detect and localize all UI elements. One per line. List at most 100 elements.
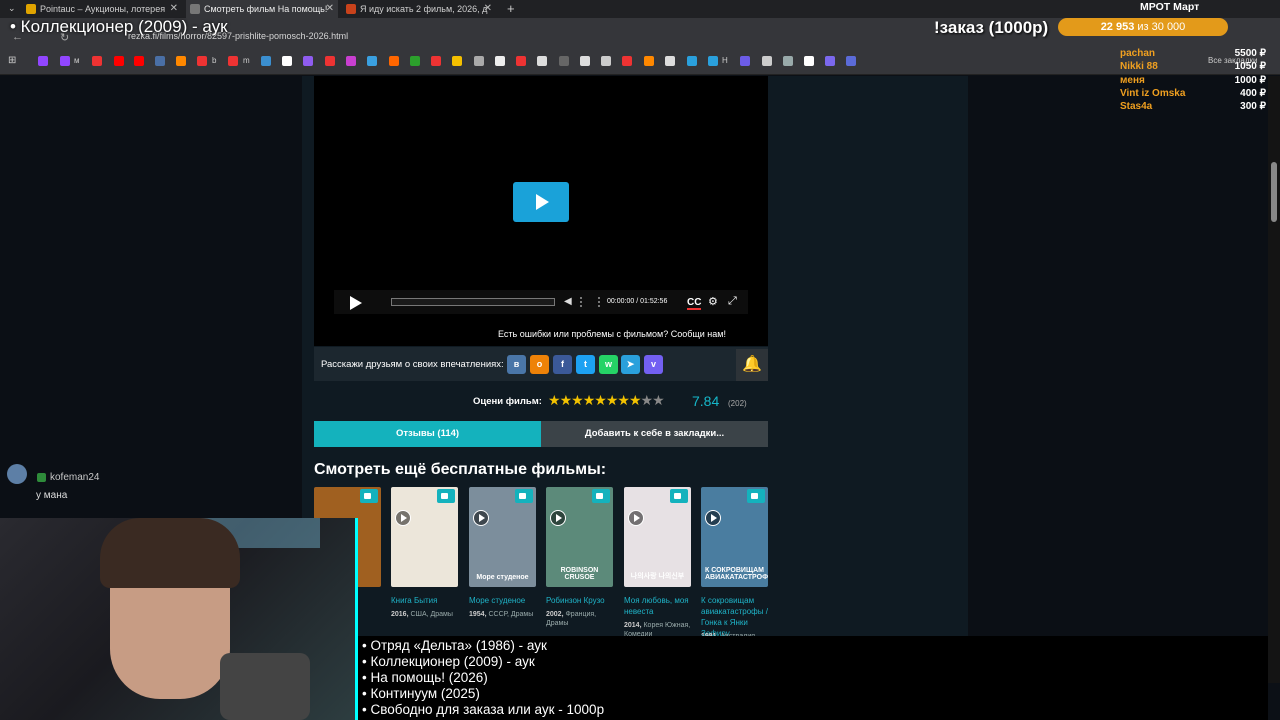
bookmark-icon[interactable] <box>452 56 462 66</box>
bookmark-icon[interactable] <box>389 56 399 66</box>
bookmark-label[interactable]: b <box>212 56 216 65</box>
youtube-bookmark-icon[interactable] <box>114 56 124 66</box>
viber-icon[interactable]: v <box>644 355 663 374</box>
bookmark-icon[interactable] <box>261 56 271 66</box>
film-title-link[interactable]: Моя любовь, моя невеста <box>624 595 696 617</box>
vk-icon[interactable]: в <box>507 355 526 374</box>
tab-search-film[interactable]: Я иду искать 2 фильм, 2026, д ✕ <box>342 0 496 18</box>
rating-star-icon[interactable]: ★ <box>560 392 573 408</box>
bookmark-icon[interactable] <box>228 56 238 66</box>
rating-star-icon[interactable]: ★ <box>594 392 607 408</box>
bookmark-label[interactable]: m <box>243 56 250 65</box>
film-poster[interactable] <box>391 487 458 587</box>
film-title-link[interactable]: Книга Бытия <box>391 595 463 606</box>
film-poster[interactable]: 나의사랑 나의신부 <box>624 487 691 587</box>
bookmark-icon[interactable] <box>762 56 772 66</box>
film-title-link[interactable]: Море студеное <box>469 595 541 606</box>
progress-bar[interactable] <box>391 298 555 306</box>
film-title-link[interactable]: Робинзон Крузо <box>546 595 618 606</box>
bookmark-icon[interactable] <box>197 56 207 66</box>
volume-slider[interactable] <box>580 297 600 307</box>
report-problem-link[interactable]: Есть ошибки или проблемы с фильмом? Сооб… <box>498 329 726 339</box>
telegram-icon[interactable]: ➤ <box>621 355 640 374</box>
bookmark-icon[interactable] <box>516 56 526 66</box>
bookmark-icon[interactable] <box>303 56 313 66</box>
volume-icon[interactable]: ◀ <box>564 296 572 307</box>
tab-rezka[interactable]: Смотреть фильм На помощь! ✕ <box>186 0 338 18</box>
bookmark-icon[interactable] <box>622 56 632 66</box>
twitch-bookmark-icon[interactable] <box>60 56 70 66</box>
bookmark-icon[interactable] <box>155 56 165 66</box>
bookmark-label[interactable]: Н <box>722 56 728 65</box>
twitch-bookmark-icon[interactable] <box>38 56 48 66</box>
play-circle-icon[interactable] <box>628 510 644 526</box>
bookmark-icon[interactable] <box>410 56 420 66</box>
subtitles-button[interactable]: CC <box>687 297 702 310</box>
settings-gear-icon[interactable]: ⚙ <box>708 295 718 308</box>
play-circle-icon[interactable] <box>705 510 721 526</box>
scrollbar-thumb[interactable] <box>1271 162 1277 222</box>
rating-stars[interactable]: ★★★★★★★★★★ <box>548 392 665 409</box>
tab-list-chevron-icon[interactable]: ⌄ <box>8 3 16 14</box>
bookmark-label[interactable]: м <box>74 56 80 65</box>
bookmark-icon[interactable] <box>92 56 102 66</box>
bookmark-icon[interactable] <box>846 56 856 66</box>
bookmark-icon[interactable] <box>537 56 547 66</box>
play-circle-icon[interactable] <box>550 510 566 526</box>
bookmark-icon[interactable] <box>559 56 569 66</box>
play-icon[interactable] <box>350 296 362 310</box>
bookmark-icon[interactable] <box>495 56 505 66</box>
telegram-bookmark-icon[interactable] <box>708 56 718 66</box>
reviews-tab-button[interactable]: Отзывы (114) <box>314 421 541 447</box>
film-poster[interactable]: К СОКРОВИЩАМ АВИАКАТАСТРОФЫ <box>701 487 768 587</box>
bookmark-icon[interactable] <box>431 56 441 66</box>
new-tab-icon[interactable]: + <box>507 1 515 16</box>
youtube-bookmark-icon[interactable] <box>134 56 144 66</box>
close-tab-icon[interactable]: ✕ <box>170 0 178 18</box>
odnoklassniki-icon[interactable]: о <box>530 355 549 374</box>
rating-star-icon[interactable]: ★ <box>652 392 665 408</box>
whatsapp-icon[interactable]: w <box>599 355 618 374</box>
notify-bell-icon[interactable]: 🔔 <box>736 349 768 381</box>
bookmark-icon[interactable] <box>644 56 654 66</box>
apps-grid-icon[interactable]: ⊞ <box>8 55 16 66</box>
facebook-icon[interactable]: f <box>553 355 572 374</box>
rating-star-icon[interactable]: ★ <box>606 392 619 408</box>
donor-name: Stas4a <box>1120 101 1153 113</box>
chat-message: у мана <box>36 490 68 501</box>
rating-star-icon[interactable]: ★ <box>571 392 584 408</box>
rating-star-icon[interactable]: ★ <box>548 392 561 408</box>
tab-pointauc[interactable]: Pointauc – Аукционы, лотерея ✕ <box>22 0 182 18</box>
bookmark-icon[interactable] <box>665 56 675 66</box>
bookmark-icon[interactable] <box>367 56 377 66</box>
close-tab-icon[interactable]: ✕ <box>484 0 492 18</box>
telegram-bookmark-icon[interactable] <box>687 56 697 66</box>
twitter-icon[interactable]: t <box>576 355 595 374</box>
video-camera-icon <box>515 489 533 503</box>
mail-bookmark-icon[interactable] <box>176 56 186 66</box>
bookmark-icon[interactable] <box>325 56 335 66</box>
play-circle-icon[interactable] <box>473 510 489 526</box>
chat-badge-icon <box>37 473 46 482</box>
add-bookmark-button[interactable]: Добавить к себе в закладки... <box>541 421 768 447</box>
rating-star-icon[interactable]: ★ <box>583 392 596 408</box>
rating-star-icon[interactable]: ★ <box>641 392 654 408</box>
close-tab-icon[interactable]: ✕ <box>326 0 334 18</box>
rating-star-icon[interactable]: ★ <box>617 392 630 408</box>
bookmark-icon[interactable] <box>783 56 793 66</box>
bookmark-icon[interactable] <box>740 56 750 66</box>
bookmark-icon[interactable] <box>346 56 356 66</box>
bookmark-icon[interactable] <box>282 56 292 66</box>
bookmark-icon[interactable] <box>804 56 814 66</box>
fullscreen-icon[interactable]: ⤢ <box>728 295 737 308</box>
bookmark-icon[interactable] <box>601 56 611 66</box>
bookmark-icon[interactable] <box>474 56 484 66</box>
film-poster[interactable]: ROBINSON CRUSOE <box>546 487 613 587</box>
film-poster[interactable]: Море студеное <box>469 487 536 587</box>
big-play-button[interactable] <box>513 182 569 222</box>
rating-star-icon[interactable]: ★ <box>629 392 642 408</box>
play-circle-icon[interactable] <box>395 510 411 526</box>
bookmark-icon[interactable] <box>580 56 590 66</box>
pointauc-favicon-icon <box>26 4 36 14</box>
bookmark-icon[interactable] <box>825 56 835 66</box>
